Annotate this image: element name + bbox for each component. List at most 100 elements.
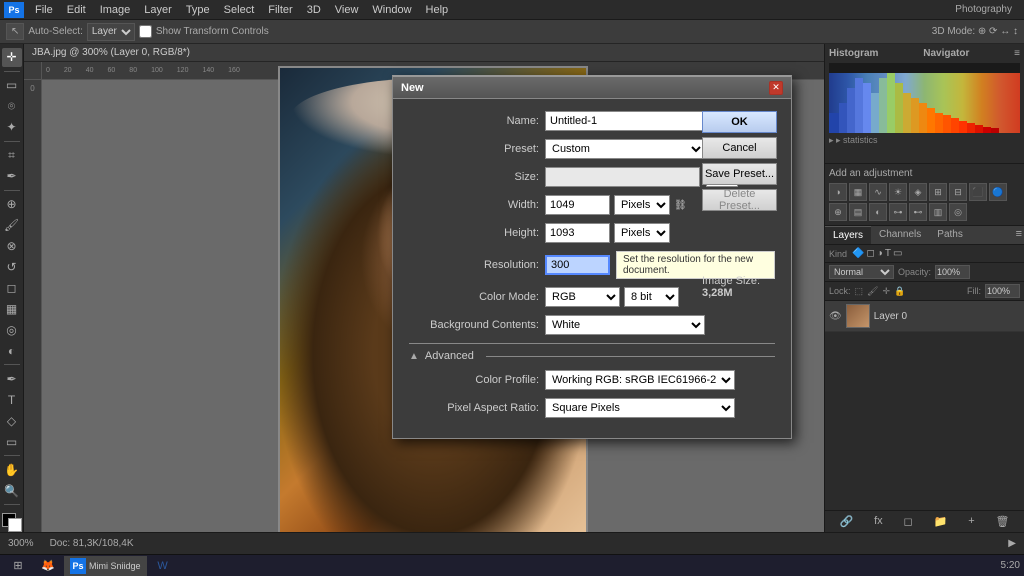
- tab-paths[interactable]: Paths: [929, 226, 971, 244]
- brush-tool[interactable]: 🖌: [2, 216, 22, 235]
- filter-adj-icon[interactable]: ◑: [877, 248, 883, 259]
- blend-mode-select[interactable]: Normal: [829, 265, 894, 279]
- add-mask-icon[interactable]: ◻: [904, 515, 913, 528]
- lasso-tool[interactable]: ⌾: [2, 97, 22, 116]
- background-color[interactable]: [8, 518, 22, 532]
- pen-tool[interactable]: ✒: [2, 369, 22, 388]
- advanced-header[interactable]: ▲ Advanced: [409, 350, 775, 362]
- exposure-icon[interactable]: ☀: [889, 183, 907, 201]
- bit-depth-select[interactable]: 8 bit: [624, 287, 679, 307]
- vibrance-icon[interactable]: ◈: [909, 183, 927, 201]
- posterize-icon[interactable]: ⊶: [889, 203, 907, 221]
- zoom-tool[interactable]: 🔍: [2, 481, 22, 500]
- menu-image[interactable]: Image: [93, 2, 138, 18]
- new-layer-icon[interactable]: +: [968, 515, 974, 528]
- menu-window[interactable]: Window: [365, 2, 418, 18]
- menu-file[interactable]: File: [28, 2, 60, 18]
- size-input[interactable]: [545, 167, 700, 187]
- new-group-icon[interactable]: 📁: [934, 515, 948, 528]
- filter-shape-icon[interactable]: ▭: [893, 248, 902, 259]
- bg-contents-select[interactable]: White: [545, 315, 705, 335]
- transform-checkbox[interactable]: [139, 25, 152, 38]
- healing-tool[interactable]: ⊕: [2, 195, 22, 214]
- invert-icon[interactable]: ◐: [869, 203, 887, 221]
- quick-select-tool[interactable]: ✦: [2, 118, 22, 137]
- taskbar-firefox[interactable]: 🦊: [34, 556, 62, 576]
- add-style-icon[interactable]: fx: [874, 515, 883, 528]
- tab-channels[interactable]: Channels: [871, 226, 929, 244]
- delete-layer-icon[interactable]: 🗑: [996, 515, 1010, 528]
- menu-help[interactable]: Help: [419, 2, 456, 18]
- menu-edit[interactable]: Edit: [60, 2, 93, 18]
- path-tool[interactable]: ◇: [2, 411, 22, 430]
- dodge-tool[interactable]: ◐: [2, 341, 22, 360]
- filter-kind-icon[interactable]: 🔷: [852, 248, 864, 259]
- dialog-close-button[interactable]: ✕: [769, 81, 783, 95]
- blur-tool[interactable]: ◎: [2, 320, 22, 339]
- histogram-menu-icon[interactable]: ≡: [1014, 48, 1020, 59]
- width-unit-select[interactable]: Pixels: [614, 195, 670, 215]
- taskbar-start[interactable]: ⊞: [4, 556, 32, 576]
- delete-preset-button[interactable]: Delete Preset...: [702, 189, 777, 211]
- menu-select[interactable]: Select: [217, 2, 262, 18]
- marquee-tool[interactable]: ▭: [2, 76, 22, 95]
- lock-paint-icon[interactable]: 🖌: [867, 286, 878, 297]
- menu-filter[interactable]: Filter: [261, 2, 299, 18]
- gradient-map-icon[interactable]: ▥: [929, 203, 947, 221]
- text-tool[interactable]: T: [2, 390, 22, 409]
- width-chain-icon[interactable]: ⛓: [674, 200, 687, 211]
- levels-icon[interactable]: ▦: [849, 183, 867, 201]
- selective-color-icon[interactable]: ◎: [949, 203, 967, 221]
- layer-0-item[interactable]: 👁 Layer 0: [825, 301, 1024, 332]
- clone-tool[interactable]: ⊗: [2, 237, 22, 256]
- resolution-input[interactable]: [545, 255, 610, 275]
- move-tool-option[interactable]: ↖: [6, 23, 24, 40]
- menu-layer[interactable]: Layer: [137, 2, 179, 18]
- shape-tool[interactable]: ▭: [2, 432, 22, 451]
- taskbar-ps[interactable]: Ps Mimi Sniidge: [64, 556, 147, 576]
- crop-tool[interactable]: ⌗: [2, 146, 22, 165]
- color-profile-select[interactable]: Working RGB: sRGB IEC61966-2.1: [545, 370, 735, 390]
- save-preset-button[interactable]: Save Preset...: [702, 163, 777, 185]
- fill-input[interactable]: [985, 284, 1020, 298]
- lock-all-icon[interactable]: 🔒: [894, 286, 905, 297]
- layers-panel-menu[interactable]: ≡: [1014, 226, 1024, 244]
- color-mode-select[interactable]: RGB: [545, 287, 620, 307]
- bw-icon[interactable]: ⬛: [969, 183, 987, 201]
- height-unit-select[interactable]: Pixels: [614, 223, 670, 243]
- lock-transparent-icon[interactable]: ⬚: [855, 286, 864, 297]
- color-lookup-icon[interactable]: ▤: [849, 203, 867, 221]
- brightness-contrast-icon[interactable]: ◑: [829, 183, 847, 201]
- color-boxes[interactable]: [2, 513, 22, 532]
- eraser-tool[interactable]: ◻: [2, 279, 22, 298]
- link-layers-icon[interactable]: 🔗: [839, 515, 853, 528]
- hand-tool[interactable]: ✋: [2, 460, 22, 479]
- hsl-icon[interactable]: ⊞: [929, 183, 947, 201]
- eyedropper-tool[interactable]: ✒: [2, 167, 22, 186]
- pixel-aspect-select[interactable]: Square Pixels: [545, 398, 735, 418]
- height-input[interactable]: [545, 223, 610, 243]
- gradient-tool[interactable]: ▦: [2, 300, 22, 319]
- menu-type[interactable]: Type: [179, 2, 217, 18]
- cancel-button[interactable]: Cancel: [702, 137, 777, 159]
- filter-text-icon[interactable]: T: [885, 248, 891, 259]
- preset-select[interactable]: Custom: [545, 139, 705, 159]
- taskbar-word[interactable]: W: [149, 556, 177, 576]
- menu-view[interactable]: View: [328, 2, 366, 18]
- curves-icon[interactable]: ∿: [869, 183, 887, 201]
- width-input[interactable]: [545, 195, 610, 215]
- menu-3d[interactable]: 3D: [300, 2, 328, 18]
- lock-move-icon[interactable]: ✛: [882, 286, 890, 297]
- tab-layers[interactable]: Layers: [825, 226, 871, 244]
- photo-filter-icon[interactable]: 🔵: [989, 183, 1007, 201]
- filter-pixel-icon[interactable]: ◻: [866, 248, 874, 259]
- name-input[interactable]: [545, 111, 705, 131]
- history-tool[interactable]: ↺: [2, 258, 22, 277]
- move-tool[interactable]: ✛: [2, 48, 22, 67]
- layer-visibility-icon[interactable]: 👁: [829, 311, 842, 322]
- color-balance-icon[interactable]: ⊟: [949, 183, 967, 201]
- navigate-icon[interactable]: ▶: [1008, 538, 1016, 549]
- opacity-input[interactable]: [935, 265, 970, 279]
- ok-button[interactable]: OK: [702, 111, 777, 133]
- threshold-icon[interactable]: ⊷: [909, 203, 927, 221]
